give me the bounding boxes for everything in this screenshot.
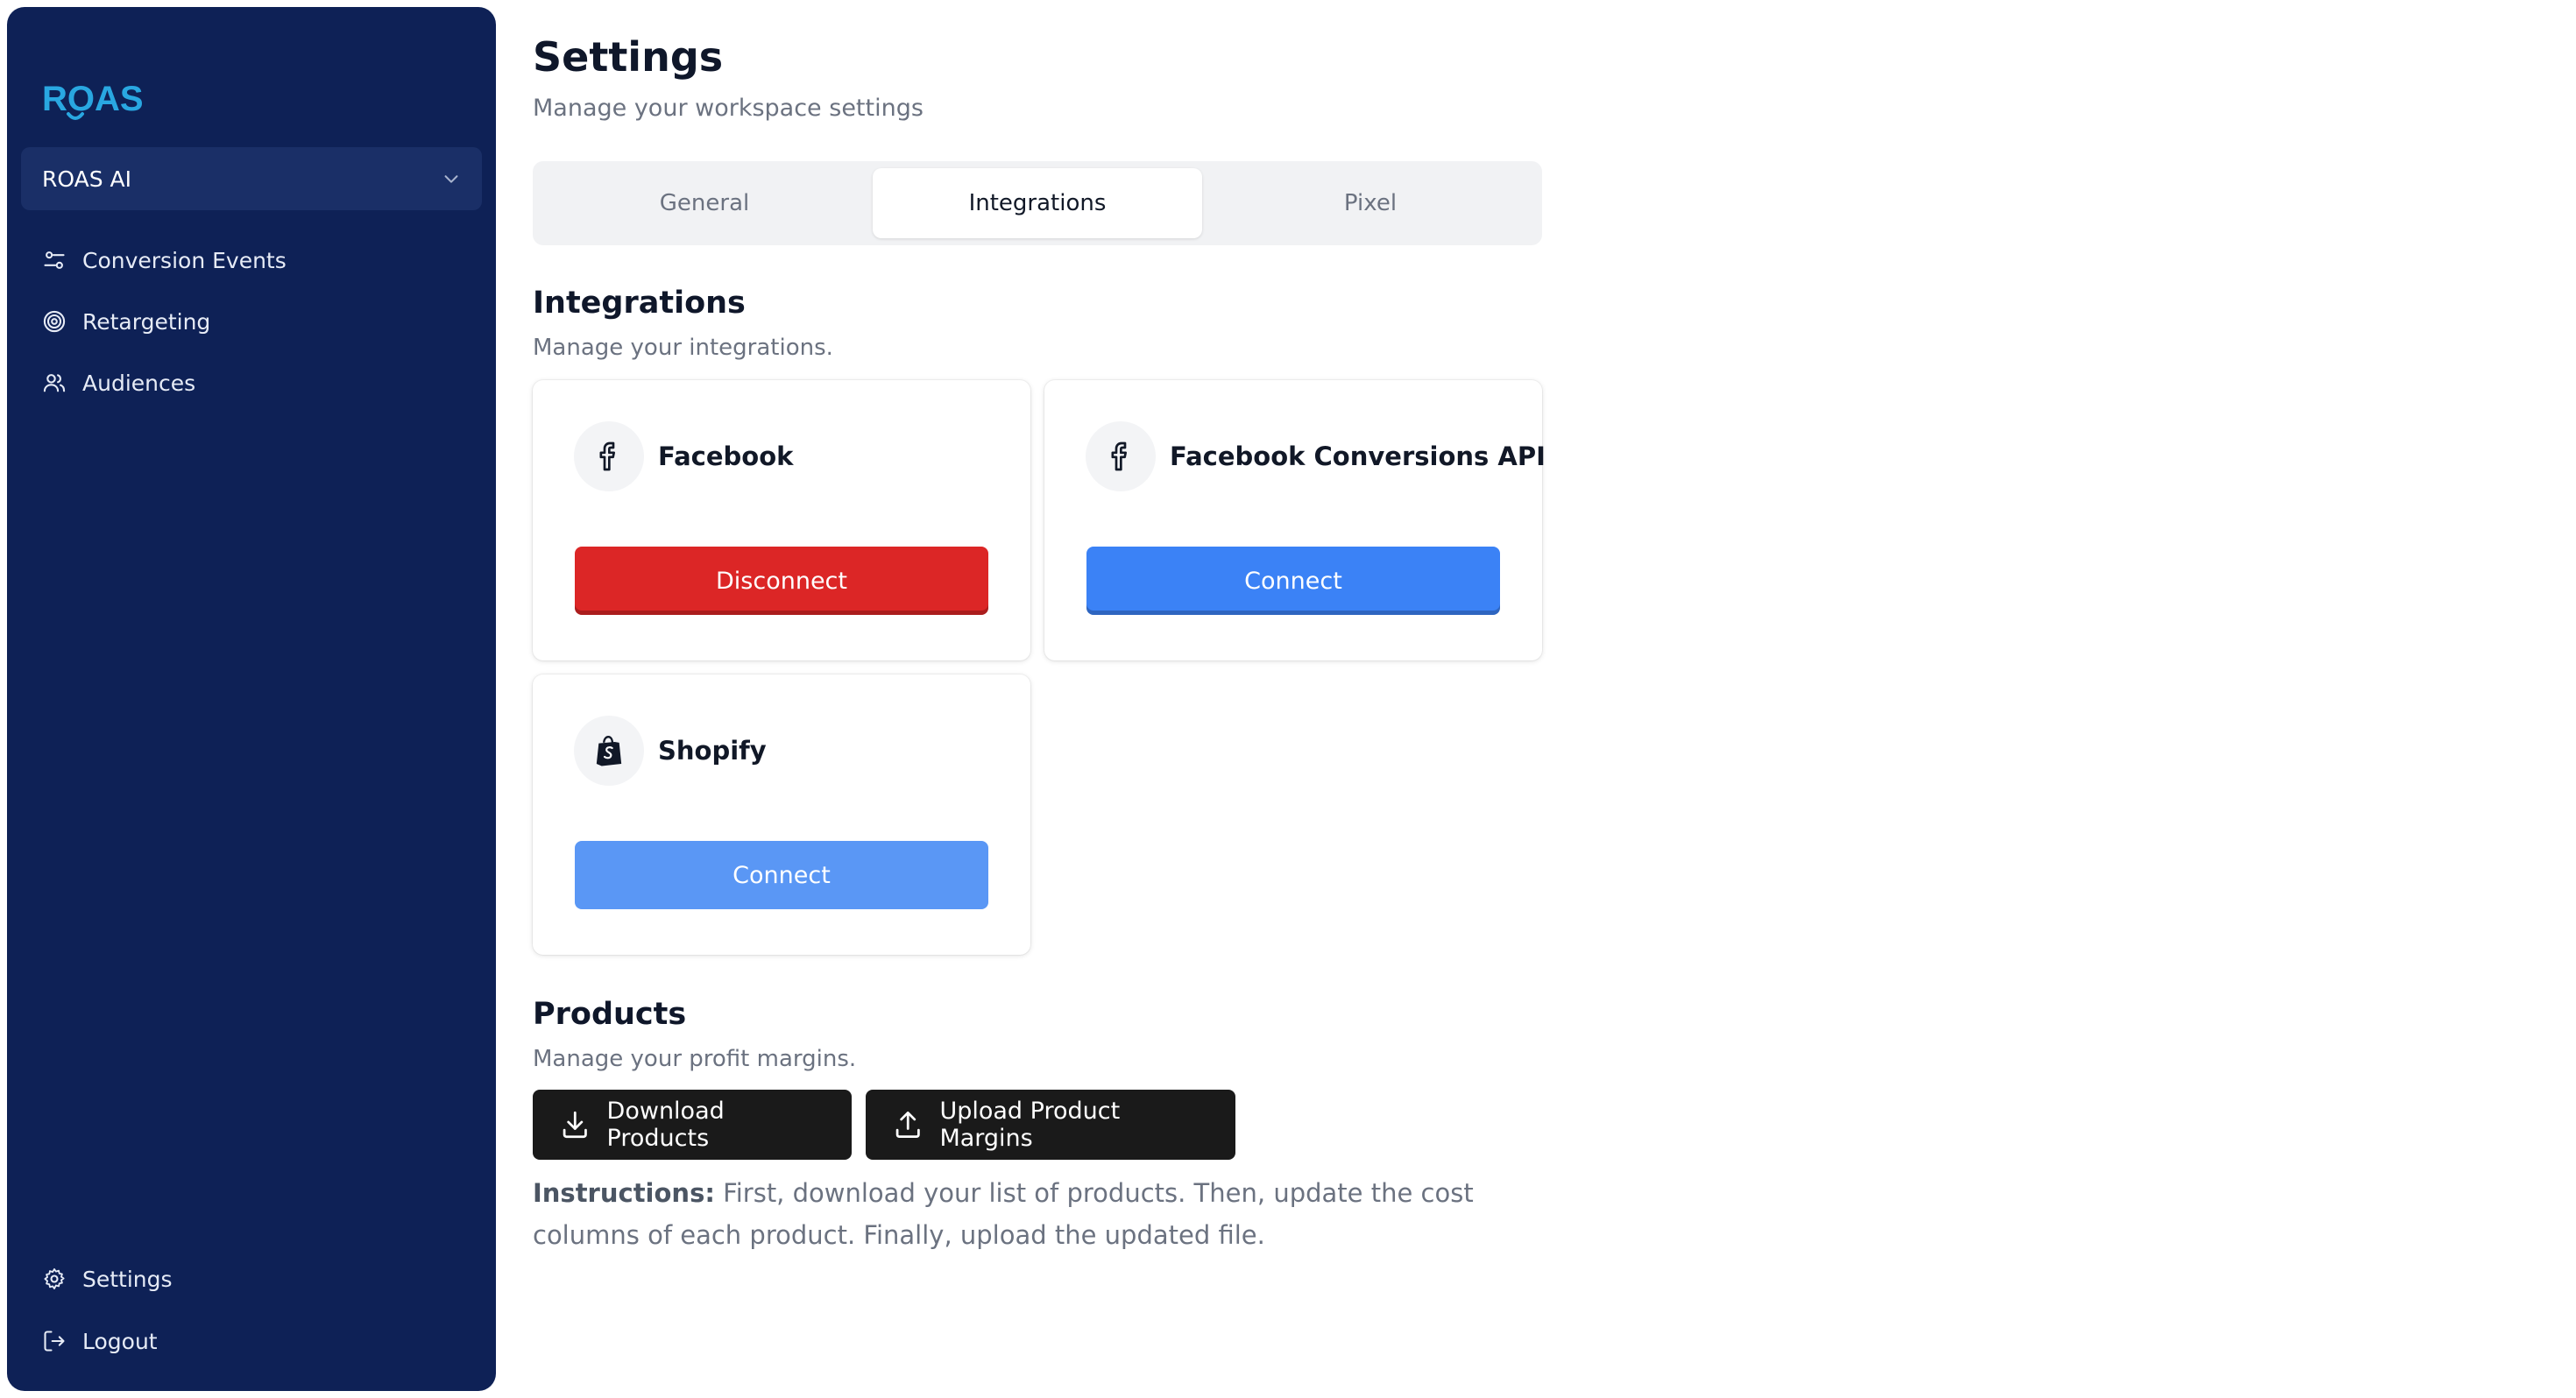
integration-card-facebook-conversions-api: Facebook Conversions API Connect xyxy=(1044,380,1546,660)
sidebar: ROAS ROAS AI Conversion Events Retargeti… xyxy=(7,7,496,1391)
integration-name: Facebook xyxy=(658,441,794,471)
products-subtitle: Manage your profit margins. xyxy=(533,1046,857,1072)
shopify-icon-container xyxy=(574,716,644,786)
download-icon xyxy=(563,1111,587,1139)
sidebar-item-label: Conversion Events xyxy=(82,247,287,273)
sidebar-item-label: Settings xyxy=(82,1266,173,1292)
disconnect-facebook-button[interactable]: Disconnect xyxy=(575,547,988,615)
roas-logo[interactable]: ROAS xyxy=(42,75,158,124)
sidebar-item-audiences[interactable]: Audiences xyxy=(42,365,195,400)
target-icon xyxy=(43,310,66,333)
users-icon xyxy=(43,374,66,392)
facebook-icon-container xyxy=(1086,421,1156,491)
facebook-icon xyxy=(1111,441,1127,471)
chevron-down-icon xyxy=(444,175,458,183)
facebook-icon-container xyxy=(574,421,644,491)
upload-icon xyxy=(895,1111,920,1139)
upload-product-margins-label: Upload Product Margins xyxy=(939,1098,1121,1152)
upload-product-margins-button[interactable]: Upload Product Margins xyxy=(866,1090,1235,1160)
integration-name: Facebook Conversions API xyxy=(1170,441,1546,471)
connect-facebook-conversions-api-button[interactable]: Connect xyxy=(1086,547,1500,615)
logout-icon xyxy=(44,1331,65,1352)
sidebar-item-retargeting[interactable]: Retargeting xyxy=(42,304,210,339)
gear-icon xyxy=(44,1267,65,1290)
integrations-subtitle: Manage your integrations. xyxy=(533,335,833,361)
integration-name: Shopify xyxy=(658,736,767,766)
integrations-title: Integrations xyxy=(533,286,746,321)
settings-page: ROAS ROAS AI Conversion Events Retargeti… xyxy=(0,0,2576,1398)
settings-tabs: General Integrations Pixel xyxy=(533,161,1542,245)
sidebar-item-settings[interactable]: Settings xyxy=(42,1261,173,1296)
product-instructions: Instructions: First, download your list … xyxy=(533,1172,1549,1256)
integration-card-shopify: Shopify Connect xyxy=(533,674,1030,955)
integration-card-facebook: Facebook Disconnect xyxy=(533,380,1030,660)
tab-pixel[interactable]: Pixel xyxy=(1206,168,1535,238)
facebook-icon xyxy=(599,441,615,471)
download-products-button[interactable]: Download Products xyxy=(533,1090,852,1160)
tab-integrations[interactable]: Integrations xyxy=(873,168,1202,238)
sliders-icon xyxy=(44,251,65,269)
sidebar-item-logout[interactable]: Logout xyxy=(42,1324,158,1359)
sidebar-item-label: Retargeting xyxy=(82,308,211,335)
workspace-selector[interactable]: ROAS AI xyxy=(21,147,482,210)
products-title: Products xyxy=(533,997,687,1032)
sidebar-item-label: Logout xyxy=(82,1328,158,1354)
workspace-name: ROAS AI xyxy=(42,166,132,192)
tab-general[interactable]: General xyxy=(540,168,869,238)
shopify-bag-icon xyxy=(596,735,622,766)
page-subtitle: Manage your workspace settings xyxy=(533,95,924,122)
connect-shopify-button[interactable]: Connect xyxy=(575,841,988,909)
page-title: Settings xyxy=(533,33,724,81)
instructions-label: Instructions: xyxy=(533,1178,715,1208)
sidebar-item-conversion-events[interactable]: Conversion Events xyxy=(42,243,287,278)
svg-text:ROAS: ROAS xyxy=(42,80,144,118)
sidebar-item-label: Audiences xyxy=(82,370,196,396)
download-products-label: Download Products xyxy=(606,1098,725,1152)
